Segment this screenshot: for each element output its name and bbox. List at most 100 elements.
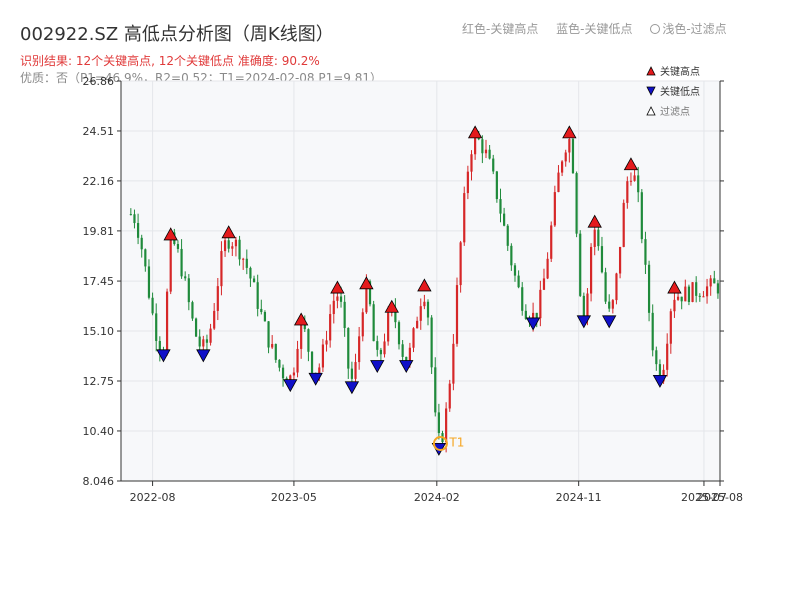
candle-body <box>637 175 640 193</box>
x-tick-label: 2025-08 <box>697 491 743 504</box>
candle-body <box>249 267 252 279</box>
x-tick-label: 2024-11 <box>556 491 602 504</box>
candle-body <box>666 343 669 370</box>
candle-body <box>582 295 585 316</box>
candle-body <box>292 372 296 376</box>
candle-body <box>568 139 571 153</box>
candle-body <box>600 246 604 273</box>
candle-body <box>680 296 683 302</box>
candle-body <box>463 193 466 243</box>
candle-body <box>513 265 517 276</box>
candle-body <box>252 278 256 283</box>
candle-body <box>499 199 502 214</box>
candle-body <box>503 213 506 226</box>
candle-body <box>347 328 350 369</box>
candle-body <box>702 296 705 298</box>
candle-body <box>165 291 169 354</box>
y-tick-label: 8.046 <box>83 475 115 488</box>
candle-body <box>452 343 455 384</box>
candle-body <box>709 278 712 287</box>
candle-body <box>397 322 401 345</box>
candle-body <box>198 336 201 347</box>
candle-body <box>187 278 190 303</box>
candle-body <box>278 359 281 368</box>
candle-body <box>633 175 636 181</box>
candle-body <box>416 320 419 329</box>
candle-body <box>437 412 440 434</box>
x-tick-label: 2022-08 <box>130 491 176 504</box>
candle-body <box>307 329 310 352</box>
candle-body <box>691 282 694 302</box>
candle-body <box>510 245 513 266</box>
candle-body <box>372 304 375 342</box>
candle-body <box>495 171 498 200</box>
candle-body <box>535 312 538 319</box>
candle-body <box>300 322 303 349</box>
candle-body <box>296 348 299 373</box>
candle-body <box>564 152 567 162</box>
candle-body <box>354 362 357 379</box>
candle-body <box>423 301 426 307</box>
candle-body <box>647 264 651 313</box>
candle-body <box>336 296 339 301</box>
candle-body <box>571 139 575 174</box>
candle-body <box>329 314 332 341</box>
candle-body <box>184 276 187 279</box>
candle-body <box>136 223 140 238</box>
candle-body <box>191 302 194 319</box>
candle-body <box>408 347 411 362</box>
candle-body <box>350 368 354 379</box>
candle-body <box>492 158 495 172</box>
candle-body <box>155 313 158 341</box>
t1-label: T1 <box>448 435 464 449</box>
y-tick-label: 22.16 <box>83 175 115 188</box>
candle-body <box>256 282 259 309</box>
candle-body <box>684 286 687 302</box>
candle-body <box>521 287 524 311</box>
candle-body <box>687 286 691 302</box>
candle-body <box>546 258 549 279</box>
legend-label: 关键低点 <box>660 85 700 98</box>
candle-body <box>651 312 654 351</box>
candle-body <box>640 192 643 240</box>
candle-body <box>216 286 219 311</box>
candle-body <box>387 312 390 342</box>
candle-body <box>147 266 151 298</box>
candle-body <box>310 351 314 373</box>
candlestick-chart: T1 8.046 10.40 12.75 15.10 17.45 19.81 22.16 24… <box>83 65 743 504</box>
candle-body <box>401 344 404 357</box>
candle-body <box>716 283 720 294</box>
candle-body <box>205 339 209 343</box>
candle-body <box>223 240 227 252</box>
candle-body <box>597 229 600 247</box>
candle-body <box>517 275 520 288</box>
candle-body <box>426 301 430 318</box>
candle-body <box>655 350 658 365</box>
candle-body <box>169 232 172 292</box>
candle-body <box>593 229 596 247</box>
y-tick-label: 10.40 <box>83 425 115 438</box>
candle-body <box>209 328 212 343</box>
candle-body <box>271 344 274 348</box>
candle-body <box>129 214 132 216</box>
candle-body <box>180 248 183 277</box>
candle-body <box>376 341 379 350</box>
candle-body <box>151 297 154 314</box>
candle-body <box>713 278 716 284</box>
candle-body <box>231 246 234 249</box>
candle-body <box>470 154 473 172</box>
candle-body <box>267 321 270 348</box>
y-tick-label: 17.45 <box>83 275 115 288</box>
candle-body <box>238 239 241 260</box>
candle-body <box>430 317 433 368</box>
candle-body <box>419 306 422 321</box>
candle-body <box>705 286 709 297</box>
candle-body <box>263 312 267 322</box>
candle-body <box>557 172 560 193</box>
candle-body <box>695 282 698 296</box>
candle-body <box>361 312 364 337</box>
candle-body <box>586 293 589 316</box>
candle-body <box>242 258 245 260</box>
candle-body <box>220 251 223 287</box>
candle-body <box>412 328 415 348</box>
